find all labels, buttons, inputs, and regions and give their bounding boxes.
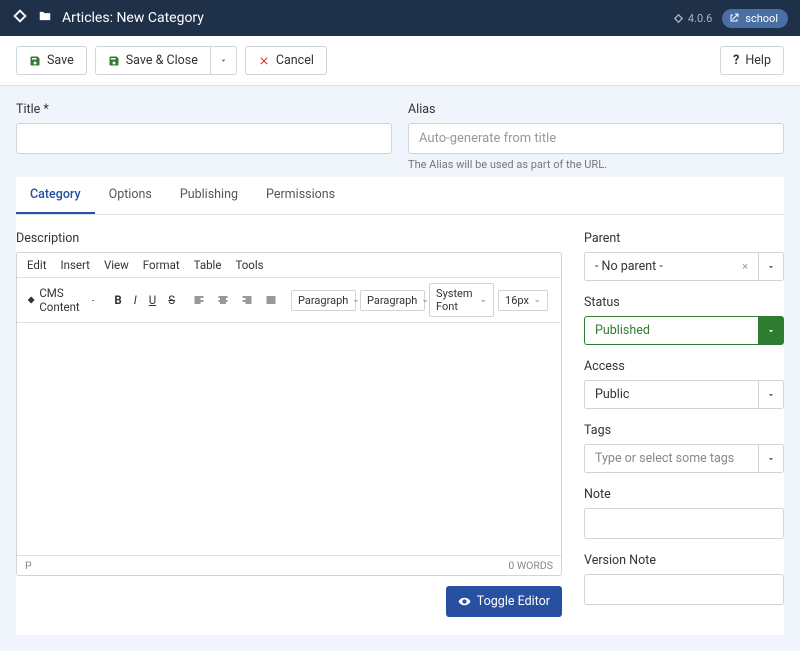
access-select[interactable]: Public xyxy=(584,380,758,409)
save-close-button[interactable]: Save & Close xyxy=(95,46,211,75)
editor-path: P xyxy=(25,559,32,572)
block-select-1[interactable]: Paragraph⌄ xyxy=(291,290,356,311)
version-note-input[interactable] xyxy=(584,574,784,605)
alias-hint: The Alias will be used as part of the UR… xyxy=(408,158,784,171)
tab-options[interactable]: Options xyxy=(95,177,166,214)
title-label: Title * xyxy=(16,102,392,117)
editor-wordcount: 0 words xyxy=(508,559,553,572)
cms-content-button[interactable]: CMS Content xyxy=(21,281,102,319)
joomla-icon xyxy=(12,8,28,28)
clear-icon[interactable]: × xyxy=(742,260,748,273)
font-select[interactable]: System Font⌄ xyxy=(429,283,494,317)
title-input[interactable] xyxy=(16,123,392,154)
title-alias-row: Title * Alias The Alias will be used as … xyxy=(0,86,800,177)
menu-tools[interactable]: Tools xyxy=(235,258,263,272)
underline-button[interactable]: U xyxy=(143,288,162,312)
alias-input[interactable] xyxy=(408,123,784,154)
toolbar: Save Save & Close Cancel ? Help xyxy=(0,36,800,86)
menu-format[interactable]: Format xyxy=(143,258,180,272)
tabs: Category Options Publishing Permissions xyxy=(16,177,784,215)
editor: Edit Insert View Format Table Tools CMS … xyxy=(16,252,562,576)
editor-body[interactable] xyxy=(17,323,561,555)
menu-table[interactable]: Table xyxy=(194,258,222,272)
status-label: Status xyxy=(584,295,784,310)
version-label: 4.0.6 xyxy=(673,12,712,25)
align-right-button[interactable] xyxy=(235,289,259,311)
folder-icon xyxy=(38,9,52,27)
site-name: school xyxy=(745,12,778,25)
size-select[interactable]: 16px⌄ xyxy=(498,290,548,311)
align-justify-button[interactable] xyxy=(259,289,283,311)
align-left-button[interactable] xyxy=(187,289,211,311)
more-button[interactable]: ⋯ xyxy=(556,288,561,312)
save-button[interactable]: Save xyxy=(16,46,87,75)
tags-select[interactable]: Type or select some tags xyxy=(584,444,758,473)
version-note-label: Version Note xyxy=(584,553,784,568)
site-badge[interactable]: school xyxy=(722,9,788,28)
access-label: Access xyxy=(584,359,784,374)
description-label: Description xyxy=(16,231,562,246)
align-center-button[interactable] xyxy=(211,289,235,311)
menu-insert[interactable]: Insert xyxy=(60,258,89,272)
note-label: Note xyxy=(584,487,784,502)
parent-label: Parent xyxy=(584,231,784,246)
help-button[interactable]: ? Help xyxy=(720,46,784,75)
parent-caret[interactable] xyxy=(758,252,784,281)
strike-button[interactable]: S xyxy=(162,288,181,312)
tab-category[interactable]: Category xyxy=(16,177,95,214)
cancel-button[interactable]: Cancel xyxy=(245,46,327,75)
block-select-2[interactable]: Paragraph⌄ xyxy=(360,290,425,311)
tags-caret[interactable] xyxy=(758,444,784,473)
top-bar: Articles: New Category 4.0.6 school xyxy=(0,0,800,36)
bold-button[interactable]: B xyxy=(108,288,127,312)
save-dropdown-button[interactable] xyxy=(211,46,237,75)
tab-publishing[interactable]: Publishing xyxy=(166,177,252,214)
menu-edit[interactable]: Edit xyxy=(27,258,46,272)
italic-button[interactable]: I xyxy=(128,288,143,312)
tags-label: Tags xyxy=(584,423,784,438)
parent-select[interactable]: - No parent -× xyxy=(584,252,758,281)
status-caret[interactable] xyxy=(758,316,784,345)
access-caret[interactable] xyxy=(758,380,784,409)
alias-label: Alias xyxy=(408,102,784,117)
note-input[interactable] xyxy=(584,508,784,539)
page-title: Articles: New Category xyxy=(62,10,204,26)
status-select[interactable]: Published xyxy=(584,316,758,345)
toggle-editor-button[interactable]: Toggle Editor xyxy=(446,586,562,617)
tab-permissions[interactable]: Permissions xyxy=(252,177,349,214)
menu-view[interactable]: View xyxy=(104,258,129,272)
